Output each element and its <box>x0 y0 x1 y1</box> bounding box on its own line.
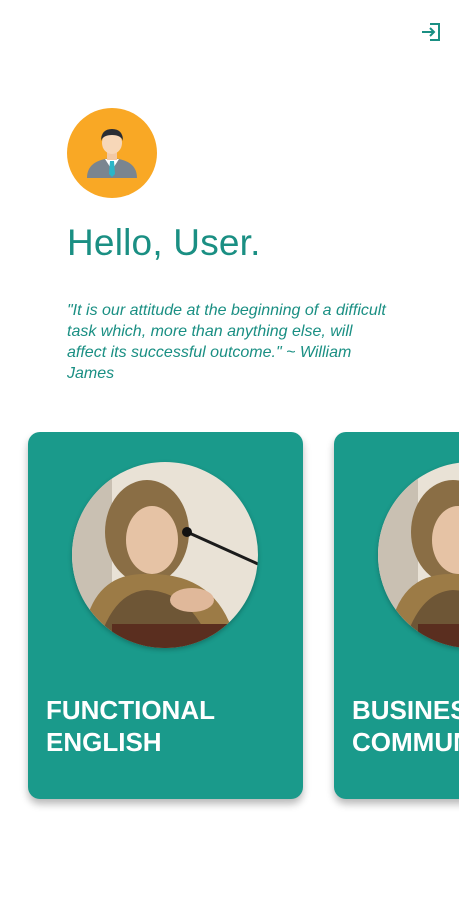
logout-button[interactable] <box>419 20 443 44</box>
course-title: BUSINESS COMMUNICATION <box>352 695 459 757</box>
course-title: FUNCTIONAL ENGLISH <box>46 695 215 757</box>
instructor-photo-image <box>378 462 459 648</box>
instructor-photo <box>72 462 258 648</box>
user-avatar-icon <box>87 129 137 178</box>
course-card-business-communication[interactable]: BUSINESS COMMUNICATION <box>334 432 459 799</box>
logout-icon <box>422 23 440 41</box>
course-card-functional-english[interactable]: FUNCTIONAL ENGLISH <box>28 432 303 799</box>
instructor-photo <box>378 462 459 648</box>
greeting-title: Hello, User. <box>67 222 261 263</box>
instructor-photo-image <box>72 462 258 648</box>
motivational-quote: "It is our attitude at the beginning of … <box>67 302 386 382</box>
course-carousel[interactable]: FUNCTIONAL ENGLISH BUSINESS COMMUNICATIO… <box>0 432 459 812</box>
avatar <box>67 108 157 198</box>
